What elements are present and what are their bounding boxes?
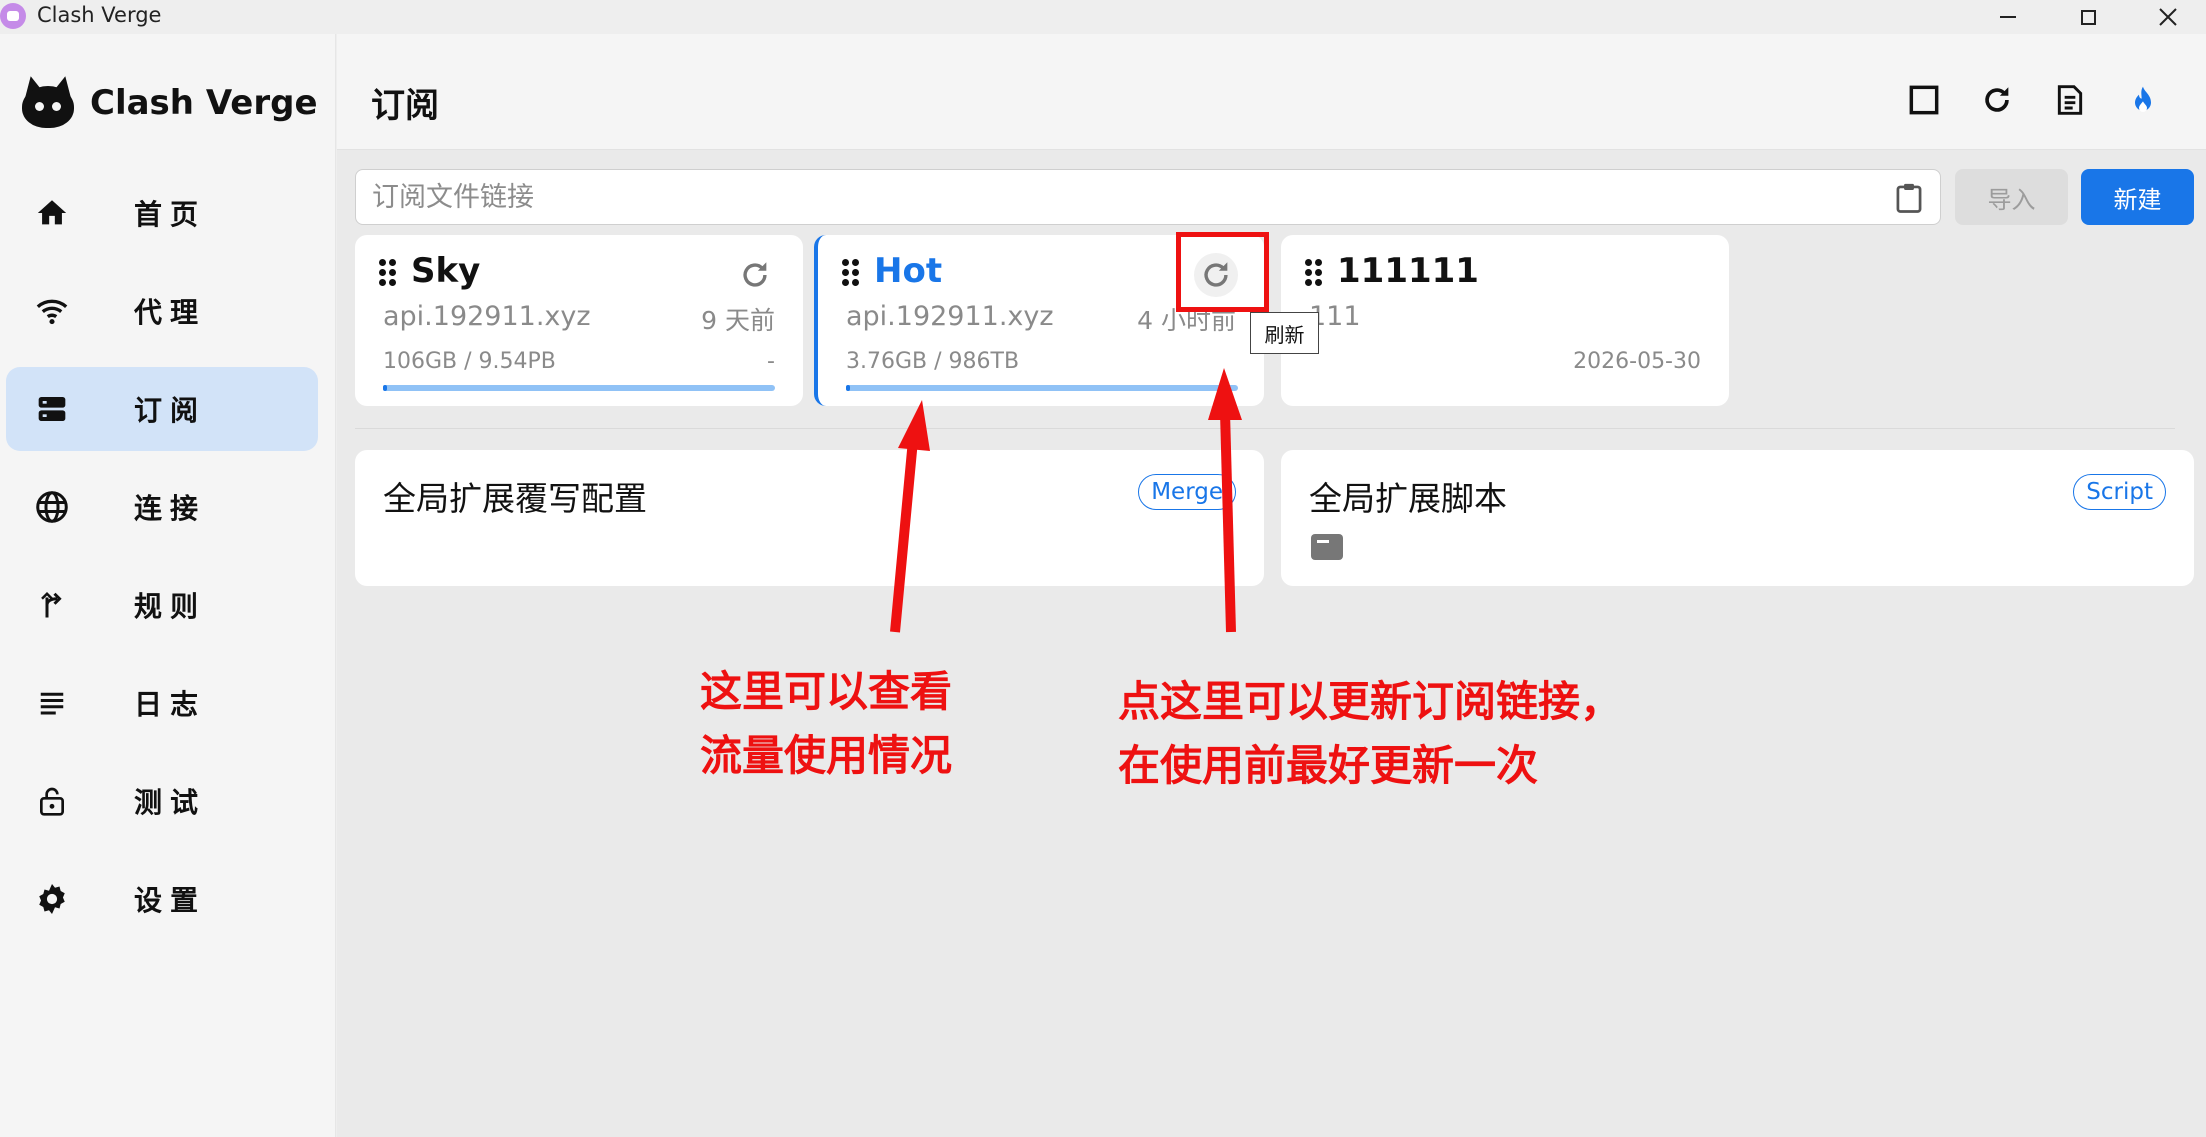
refresh-arrow-line bbox=[1220, 411, 1236, 633]
traffic-annotation-line2: 流量使用情况 bbox=[700, 731, 953, 780]
refresh-annotation-line2: 在使用前最好更新一次 bbox=[1118, 741, 1539, 790]
traffic-arrow-line bbox=[890, 439, 918, 633]
traffic-annotation: 这里可以查看 流量使用情况 bbox=[700, 660, 952, 788]
traffic-arrow-head bbox=[898, 400, 930, 451]
traffic-annotation-line1: 这里可以查看 bbox=[700, 667, 953, 716]
refresh-annotation: 点这里可以更新订阅链接， 在使用前最好更新一次 bbox=[1118, 670, 1622, 798]
annotation-arrows bbox=[890, 368, 1242, 633]
refresh-annotation-line1: 点这里可以更新订阅链接， bbox=[1118, 677, 1623, 726]
refresh-arrow-head bbox=[1208, 368, 1242, 420]
